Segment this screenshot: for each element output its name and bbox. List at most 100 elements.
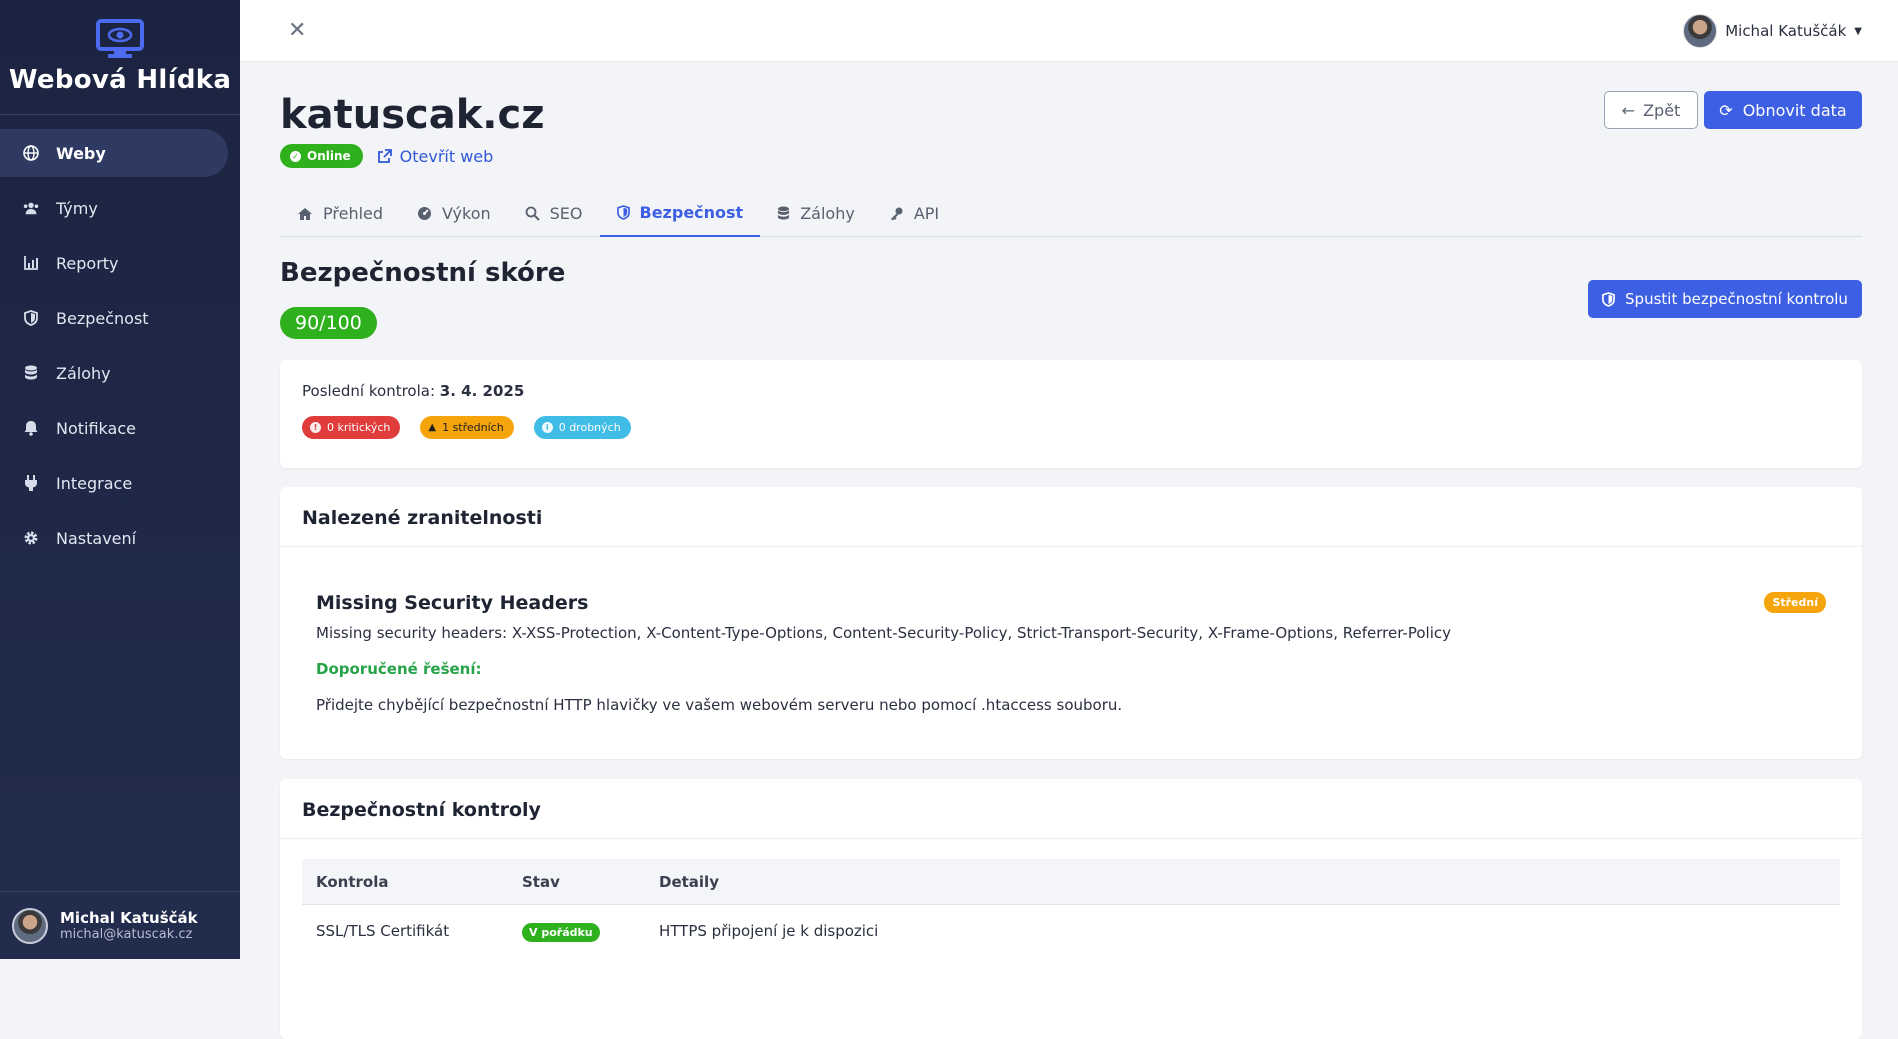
tab-api[interactable]: API: [872, 190, 956, 237]
tab-prehled[interactable]: Přehled: [280, 190, 400, 237]
tab-label: Přehled: [323, 204, 384, 223]
user-menu-name: Michal Katuščák: [1725, 22, 1847, 40]
table-row: SSL/TLS Certifikát V pořádku HTTPS připo…: [302, 905, 1840, 957]
shield-icon: [22, 309, 40, 327]
status-badge: ✓ Online: [280, 144, 363, 168]
severity-badge: Střední: [1764, 592, 1826, 613]
page-title: katuscak.cz: [280, 92, 545, 138]
sidebar-item-label: Nastavení: [56, 528, 137, 548]
back-label: Zpět: [1643, 100, 1681, 120]
open-web-link[interactable]: Otevřít web: [377, 146, 494, 166]
user-menu[interactable]: Michal Katuščák ▼: [1683, 14, 1862, 48]
summary-card: Poslední kontrola: 3. 4. 2025 ! 0 kritic…: [280, 360, 1862, 468]
sidebar-item-label: Reporty: [56, 253, 119, 273]
shield-icon: [1602, 291, 1615, 307]
back-button[interactable]: ← Zpět: [1604, 91, 1698, 129]
last-check: Poslední kontrola: 3. 4. 2025: [302, 382, 1840, 400]
tab-label: SEO: [549, 204, 583, 223]
open-web-label: Otevřít web: [399, 146, 494, 166]
tab-label: Zálohy: [800, 204, 855, 223]
security-score-badge: 90/100: [280, 307, 377, 339]
close-icon[interactable]: ✕: [288, 18, 306, 43]
tab-label: Výkon: [442, 204, 491, 223]
sidebar-item-label: Weby: [56, 143, 106, 163]
vulnerabilities-title: Nalezené zranitelnosti: [280, 487, 1862, 547]
bell-icon: [22, 419, 40, 437]
warning-triangle-icon: ▲: [428, 422, 437, 433]
sidebar-item-zalohy[interactable]: Zálohy: [0, 349, 228, 397]
refresh-button[interactable]: ⟳ Obnovit data: [1704, 91, 1862, 129]
brand[interactable]: Webová Hlídka: [0, 0, 240, 115]
status-label: Online: [307, 149, 351, 163]
check-details: HTTPS připojení je k dispozici: [659, 922, 879, 940]
minor-count: 0 drobných: [558, 421, 621, 434]
external-link-icon: [377, 148, 392, 163]
search-icon: [525, 206, 540, 221]
recommendation-label: Doporučené řešení:: [316, 660, 482, 678]
run-check-label: Spustit bezpečnostní kontrolu: [1625, 290, 1848, 308]
key-icon: [890, 207, 903, 221]
checks-table: Kontrola Stav Detaily SSL/TLS Certifikát…: [302, 859, 1840, 957]
tab-label: API: [913, 204, 940, 223]
sidebar: Webová Hlídka Weby Týmy Reporty Bezpečno…: [0, 0, 240, 959]
refresh-label: Obnovit data: [1742, 100, 1847, 120]
gauge-icon: [418, 207, 432, 220]
last-check-label: Poslední kontrola:: [302, 382, 436, 400]
topbar: ✕ Michal Katuščák ▼: [240, 0, 1898, 62]
info-circle-icon: i: [541, 422, 553, 433]
medium-badge: ▲ 1 středních: [420, 416, 514, 439]
tabs: Přehled Výkon SEO Bezpečnost Zálohy API: [280, 190, 1862, 237]
tab-zalohy[interactable]: Zálohy: [760, 190, 872, 237]
sidebar-item-integrace[interactable]: Integrace: [0, 459, 228, 507]
sidebar-item-tymy[interactable]: Týmy: [0, 184, 228, 232]
sidebar-user[interactable]: Michal Katuščák michal@katuscak.cz: [0, 891, 240, 959]
site-status-row: ✓ Online Otevřít web: [280, 144, 493, 168]
check-name: SSL/TLS Certifikát: [316, 922, 450, 940]
caret-down-icon: ▼: [1854, 25, 1862, 37]
security-checks-card: Bezpečnostní kontroly Kontrola Stav Deta…: [280, 779, 1862, 1039]
database-icon: [22, 364, 40, 382]
security-score-title: Bezpečnostní skóre: [280, 258, 566, 288]
check-status-badge: V pořádku: [522, 923, 600, 942]
chart-icon: [22, 254, 40, 272]
issue-badges: ! 0 kritických ▲ 1 středních i 0 drobnýc…: [302, 416, 1840, 439]
check-circle-icon: ✓: [290, 150, 301, 162]
user-name: Michal Katuščák: [60, 909, 198, 927]
shield-icon: [616, 205, 630, 220]
tab-seo[interactable]: SEO: [508, 190, 600, 237]
home-icon: [298, 207, 312, 220]
medium-count: 1 středních: [442, 421, 504, 434]
tab-bezpecnost[interactable]: Bezpečnost: [599, 190, 761, 237]
tab-label: Bezpečnost: [639, 203, 744, 222]
user-email: michal@katuscak.cz: [60, 927, 193, 942]
column-header: Detaily: [659, 872, 719, 891]
vulnerabilities-card: Nalezené zranitelnosti Missing Security …: [280, 487, 1862, 759]
sidebar-item-label: Zálohy: [56, 363, 111, 383]
sync-icon: ⟳: [1719, 100, 1733, 120]
users-icon: [22, 199, 40, 217]
run-security-check-button[interactable]: Spustit bezpečnostní kontrolu: [1588, 280, 1862, 318]
sidebar-item-nastaveni[interactable]: Nastavení: [0, 514, 228, 562]
sidebar-item-bezpecnost[interactable]: Bezpečnost: [0, 294, 228, 342]
minor-badge: i 0 drobných: [533, 416, 631, 439]
tab-vykon[interactable]: Výkon: [400, 190, 508, 237]
critical-badge: ! 0 kritických: [302, 416, 401, 439]
globe-icon: [22, 144, 40, 162]
monitor-eye-icon: [96, 19, 144, 58]
vulnerability-title: Missing Security Headers: [316, 592, 589, 614]
sidebar-item-reporty[interactable]: Reporty: [0, 239, 228, 287]
vulnerability-description: Missing security headers: X-XSS-Protecti…: [316, 624, 1451, 642]
plug-icon: [22, 474, 40, 492]
last-check-date: 3. 4. 2025: [439, 382, 525, 400]
sidebar-item-weby[interactable]: Weby: [0, 129, 228, 177]
avatar: [1683, 14, 1718, 48]
avatar: [12, 907, 48, 944]
critical-count: 0 kritických: [327, 421, 391, 434]
gear-icon: [22, 529, 40, 547]
sidebar-item-label: Notifikace: [56, 418, 136, 438]
column-header: Stav: [522, 872, 560, 891]
sidebar-item-label: Bezpečnost: [56, 308, 149, 328]
sidebar-item-label: Týmy: [56, 198, 98, 218]
sidebar-item-notifikace[interactable]: Notifikace: [0, 404, 228, 452]
exclamation-circle-icon: !: [310, 422, 321, 433]
